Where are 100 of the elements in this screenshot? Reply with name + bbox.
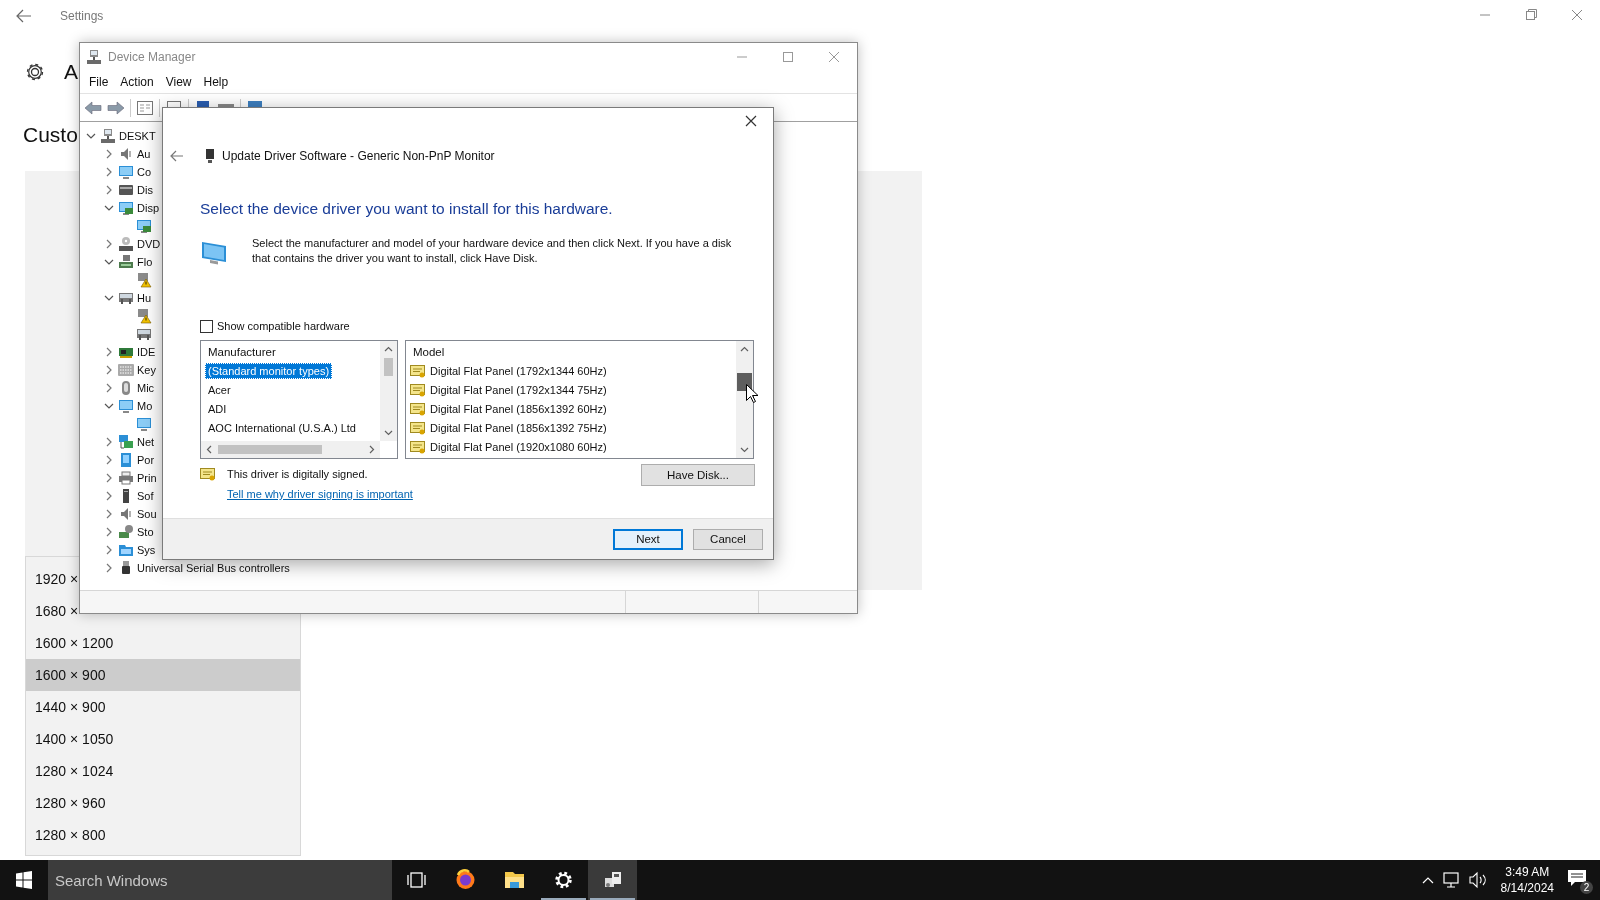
device-icon [206,149,214,163]
certificate-icon [200,467,216,481]
forward-arrow-icon[interactable] [107,99,125,116]
chevron-down-icon[interactable] [104,257,114,267]
tree-item[interactable]: Sof [137,489,154,503]
computer-icon[interactable] [588,860,637,900]
tree-item[interactable]: Net [137,435,155,449]
chevron-down-icon[interactable] [104,293,114,303]
list-item[interactable]: AOC International (U.S.A.) Ltd [205,419,359,436]
tree-item[interactable]: IDE [137,345,156,359]
resolution-option[interactable]: 1280 × 800 [26,819,108,851]
scroll-thumb[interactable] [384,358,393,376]
chevron-right-icon[interactable] [104,437,114,447]
dialog-title: Update Driver Software - Generic Non-PnP Monitor [222,149,495,163]
resolution-option[interactable]: 1680 × [26,595,81,627]
chevron-right-icon[interactable] [104,563,114,573]
have-disk-button[interactable]: Have Disk... [641,464,755,486]
search-field[interactable]: Search Windows [48,860,392,900]
chevron-right-icon[interactable] [104,473,114,483]
dialog-heading: Select the device driver you want to install for this hardware. [200,199,614,219]
list-item[interactable]: Acer [205,381,234,398]
resolution-option[interactable]: 1600 × 900 [26,659,300,691]
tree-item[interactable]: Mo [137,399,153,413]
column-header: Model [412,345,446,360]
device-icon [118,452,134,468]
chevron-right-icon[interactable] [104,383,114,393]
resolution-option[interactable]: 1600 × 1200 [26,627,116,659]
back-button[interactable] [170,150,184,162]
resolution-option[interactable]: 1920 × [26,563,81,595]
back-button[interactable] [16,9,32,23]
chevron-right-icon[interactable] [104,365,114,375]
resolution-option[interactable]: 1400 × 1050 [26,723,116,755]
checkbox-label: Show compatible hardware [217,320,350,332]
chevron-right-icon[interactable] [104,347,114,357]
list-item[interactable]: Digital Flat Panel (1792x1344 75Hz) [427,381,610,398]
tree-item[interactable]: Disp [137,201,159,215]
keyboard-icon [118,362,134,378]
chevron-right-icon[interactable] [104,527,114,537]
tree-item[interactable]: Por [137,453,155,467]
list-item[interactable]: Digital Flat Panel (1920x1080 60Hz) [427,438,610,455]
window-title: Device Manager [108,50,196,64]
list-item[interactable]: ADI [205,400,230,417]
tree-item[interactable]: Hu [137,291,152,305]
window-title: Settings [60,9,104,23]
tree-item[interactable]: DVD [137,237,161,251]
tree-item[interactable]: Key [137,363,156,377]
network-icon [118,434,134,450]
list-item[interactable]: Digital Flat Panel (1856x1392 75Hz) [427,419,610,436]
tree-item[interactable]: Universal Serial Bus controllers [137,561,290,575]
tree-item[interactable]: DESKT [119,129,156,143]
resolution-option[interactable]: 1280 × 960 [26,787,108,819]
chevron-right-icon[interactable] [104,239,114,249]
back-arrow-icon[interactable] [84,99,102,116]
chevron-right-icon[interactable] [104,185,114,195]
tree-item[interactable]: Co [137,165,152,179]
help-link[interactable]: Tell me why driver signing is important [227,488,413,500]
next-button[interactable]: Next [613,528,683,550]
signature-text: This driver is digitally signed. [227,468,368,480]
checkbox[interactable] [200,319,213,333]
tree-item[interactable]: Au [137,147,151,161]
tree-item[interactable]: Dis [137,183,153,197]
printer-icon [118,470,134,486]
page-heading: A [64,60,78,84]
tree-item[interactable]: Sto [137,525,154,539]
resolution-option[interactable]: 1280 × 1024 [26,755,116,787]
list-item[interactable]: (Standard monitor types) [205,362,333,379]
warning-icon [136,272,152,288]
chevron-right-icon[interactable] [104,491,114,501]
menu-item[interactable]: Help [197,73,235,91]
properties-icon[interactable] [136,99,154,116]
chevron-down-icon[interactable] [86,131,96,141]
tree-item[interactable]: Mic [137,381,155,395]
cancel-button[interactable]: Cancel [693,528,763,550]
device-icon [118,254,134,270]
drive-icon [118,524,134,540]
device-icon [118,290,134,306]
chevron-right-icon[interactable] [104,455,114,465]
chevron-right-icon[interactable] [104,149,114,159]
resolution-option[interactable]: 1440 × 900 [26,691,108,723]
list-item[interactable]: Digital Flat Panel (1792x1344 60Hz) [427,362,610,379]
column-header: Manufacturer [207,345,277,360]
clock-date: 8/14/2024 [1500,880,1554,896]
tree-item[interactable]: Sou [137,507,157,521]
list-item[interactable]: Digital Flat Panel (1856x1392 60Hz) [427,400,610,417]
tree-item[interactable]: Prin [137,471,157,485]
chevron-right-icon[interactable] [104,509,114,519]
scroll-thumb[interactable] [218,445,322,454]
chevron-down-icon[interactable] [104,203,114,213]
scroll-thumb[interactable] [737,373,752,391]
chevron-down-icon[interactable] [104,401,114,411]
menu-item[interactable]: Action [114,73,160,91]
chevron-right-icon[interactable] [104,167,114,177]
chevron-right-icon[interactable] [104,545,114,555]
computer-icon [100,128,116,144]
menu-item[interactable]: View [159,73,198,91]
instructions-text: Select the manufacturer and model of your hardware device and then click Next. If you have a disk that contains the driver you want to install, click Have Disk. [252,236,733,266]
menu-item[interactable]: File [83,73,115,91]
tree-item[interactable]: Sys [137,543,156,557]
settings-icon [24,61,46,83]
tree-item[interactable]: Flo [137,255,153,269]
